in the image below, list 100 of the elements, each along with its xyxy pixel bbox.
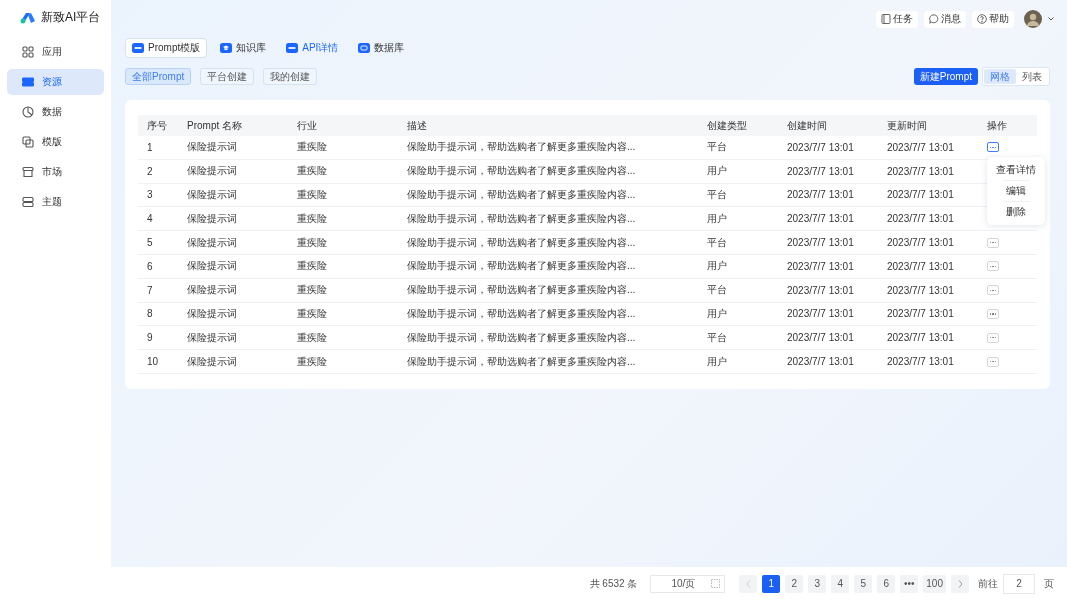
table-cell-text: 用户 [706, 354, 728, 369]
table-cell-text: 重疾险 [296, 235, 328, 250]
tab[interactable]: 知识库 [213, 38, 274, 58]
top-button[interactable]: 任务 [876, 10, 918, 28]
column-header: 描述 [406, 118, 428, 133]
logo-icon [20, 11, 36, 24]
sidebar-item[interactable]: 模版 [7, 129, 104, 155]
tab[interactable]: 数据库 [351, 38, 412, 58]
table-cell-text: 保险提示词 [186, 283, 238, 298]
column-header: 操作 [986, 118, 1008, 133]
menu-item[interactable]: 编辑 [1002, 181, 1030, 202]
table-cell-text: 2023/7/7 13:01 [886, 260, 955, 272]
caret-icon[interactable] [1048, 17, 1054, 21]
table-cell-text: 2023/7/7 13:01 [886, 213, 955, 225]
table-cell-text: 7 [146, 284, 154, 296]
table-cell-text: 2023/7/7 13:01 [886, 284, 955, 296]
table-cell-text: 重疾险 [296, 259, 328, 274]
table-cell-text: 用户 [706, 259, 728, 274]
table-cell-text: 2023/7/7 13:01 [786, 189, 855, 201]
table-cell-text: 9 [146, 332, 154, 344]
table-cell-text: 2023/7/7 13:01 [786, 356, 855, 368]
table-cell-text: 2023/7/7 13:01 [786, 284, 855, 296]
table-cell-text: 保险提示词 [186, 330, 238, 345]
doc-icon [132, 43, 144, 53]
table-cell-text: 2023/7/7 13:01 [886, 165, 955, 177]
column-header: 序号 [146, 118, 168, 133]
top-button[interactable]: 消息 [924, 10, 966, 28]
table-cell-text: 保险提示词 [186, 354, 238, 369]
page-button[interactable]: 5 [854, 574, 873, 593]
table-cell-text: 平台 [706, 140, 728, 155]
table-cell-text: 2023/7/7 13:01 [786, 141, 855, 153]
filter-button[interactable]: 平台创建 [200, 68, 255, 85]
filter-button[interactable]: 我的创建 [263, 68, 318, 85]
table-cell-text: 用户 [706, 164, 728, 179]
page-button[interactable]: 2 [785, 574, 804, 593]
page-button[interactable]: 4 [831, 574, 850, 593]
table-cell-text: 保险助手提示词，帮助选购者了解更多重疾险内容... [406, 259, 637, 274]
sidebar-item[interactable]: 应用 [7, 39, 104, 65]
grid-icon [22, 46, 34, 58]
sidebar-item[interactable]: 主题 [7, 189, 104, 215]
top-button[interactable]: 帮助 [972, 10, 1014, 28]
column-header: Prompt 名称 [186, 118, 243, 133]
tab[interactable]: Prompt模版 [125, 38, 208, 58]
table-cell-text: 保险助手提示词，帮助选购者了解更多重疾险内容... [406, 164, 637, 179]
table-cell-text: 重疾险 [296, 140, 328, 155]
table-cell-text: 2023/7/7 13:01 [786, 213, 855, 225]
avatar[interactable] [1024, 10, 1042, 28]
table-cell-text: 保险助手提示词，帮助选购者了解更多重疾险内容... [406, 306, 637, 321]
table-cell-text: 2023/7/7 13:01 [786, 237, 855, 249]
column-header: 更新时间 [886, 118, 928, 133]
tray-icon [358, 43, 371, 53]
page-size-select[interactable]: 10/页 [650, 574, 726, 593]
layers-icon [22, 196, 34, 208]
table-cell-text: 保险助手提示词，帮助选购者了解更多重疾险内容... [406, 354, 637, 369]
page-button[interactable]: ••• [900, 574, 919, 593]
column-header: 创建时间 [786, 118, 828, 133]
table-cell-text: 保险助手提示词，帮助选购者了解更多重疾险内容... [406, 235, 637, 250]
table-cell-text: 保险助手提示词，帮助选购者了解更多重疾险内容... [406, 211, 637, 226]
menu-item[interactable]: 查看详情 [992, 160, 1040, 181]
total-count: 共 6532 条 [589, 576, 638, 591]
table-cell-text: 保险提示词 [186, 259, 238, 274]
table-cell-text: 10 [146, 356, 160, 368]
table-cell-text: 2023/7/7 13:01 [786, 308, 855, 320]
table-cell-text: 保险提示词 [186, 306, 238, 321]
table-cell-text: 重疾险 [296, 164, 328, 179]
table-cell-text: 2023/7/7 13:01 [886, 332, 955, 344]
table-cell-text: 2023/7/7 13:01 [786, 260, 855, 272]
table-cell-text: 2023/7/7 13:01 [886, 189, 955, 201]
table-cell-text: 平台 [706, 188, 728, 202]
table-cell-text: 重疾险 [296, 211, 328, 226]
sidebar-item[interactable]: 资源 [7, 69, 104, 95]
table-cell-text: 2023/7/7 13:01 [886, 237, 955, 249]
table-cell-text: 保险提示词 [186, 164, 238, 179]
table-cell-text: 保险助手提示词，帮助选购者了解更多重疾险内容... [406, 283, 637, 298]
table-cell-text: 重疾险 [296, 330, 328, 345]
goto-field[interactable]: 2 [1003, 573, 1035, 594]
page-button[interactable]: 100 [923, 574, 946, 593]
brand-name: 新致AI平台 [41, 9, 101, 26]
table-cell-text: 重疾险 [296, 188, 328, 202]
table-cell-text: 3 [146, 189, 154, 201]
new-prompt-button[interactable]: 新建Prompt [913, 68, 978, 85]
menu-item[interactable]: 删除 [1002, 202, 1030, 223]
tab[interactable]: API详情 [279, 38, 346, 58]
page-button[interactable]: 6 [877, 574, 896, 593]
page-button[interactable]: 3 [808, 574, 827, 593]
table-cell-text: 2 [146, 165, 154, 177]
table-cell-text: 保险助手提示词，帮助选购者了解更多重疾险内容... [406, 330, 637, 345]
more-button[interactable] [987, 142, 999, 153]
table-cell-text: 2023/7/7 13:01 [886, 356, 955, 368]
next-page-button[interactable] [951, 574, 969, 593]
table-cell-text: 保险助手提示词，帮助选购者了解更多重疾险内容... [406, 140, 637, 155]
book-icon [881, 14, 891, 24]
sidebar-item[interactable]: 数据 [7, 99, 104, 125]
page-suffix: 页 [1044, 576, 1054, 591]
goto-label: 前往 [978, 576, 998, 591]
sidebar-item[interactable]: 市场 [7, 159, 104, 185]
table-cell-text: 保险提示词 [186, 211, 238, 226]
table-cell-text: 1 [146, 141, 154, 153]
page-button[interactable]: 1 [762, 574, 781, 593]
chevron-right-icon [957, 579, 963, 588]
